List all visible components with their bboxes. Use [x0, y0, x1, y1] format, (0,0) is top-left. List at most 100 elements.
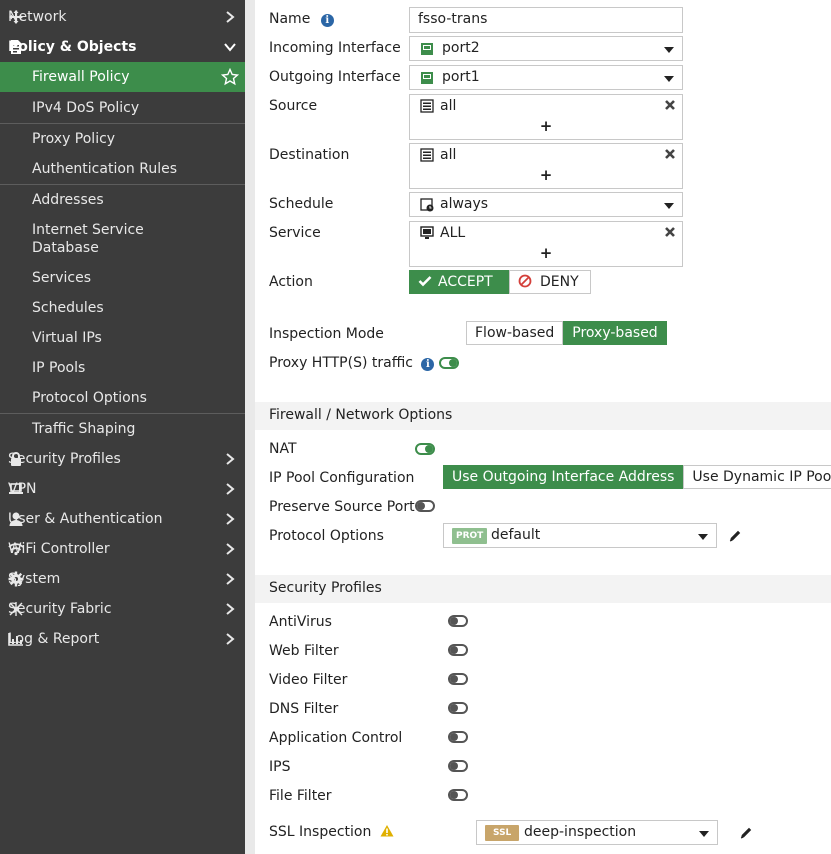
- preserve-source-port-label: Preserve Source Port: [269, 499, 415, 515]
- flow-based-button[interactable]: Flow-based: [466, 321, 564, 345]
- source-field[interactable]: all +: [409, 94, 683, 140]
- sidebar-item-traffic-shaping[interactable]: Traffic Shaping: [0, 414, 245, 444]
- service-item: ALL: [440, 225, 466, 241]
- sidebar-item-security-profiles[interactable]: Security Profiles: [0, 444, 245, 474]
- service-label: Service: [269, 225, 321, 241]
- chevron-right-icon: [226, 633, 235, 645]
- proxy-https-label: Proxy HTTP(S) traffic i: [269, 355, 435, 371]
- sidebar-item-log-report[interactable]: Log & Report: [0, 624, 245, 654]
- section-title: Firewall / Network Options: [269, 407, 453, 423]
- info-icon[interactable]: i: [320, 14, 334, 27]
- sidebar-item-network[interactable]: Network: [0, 2, 245, 32]
- outgoing-interface-select[interactable]: port1: [409, 65, 683, 90]
- caret-down-icon: [664, 47, 674, 53]
- prot-badge: PROT: [452, 528, 488, 544]
- address-list-icon: [420, 99, 434, 113]
- sidebar-item-policy-objects[interactable]: Policy & Objects: [0, 32, 245, 62]
- sidebar-item-internet-service-database[interactable]: Internet Service Database: [0, 219, 245, 259]
- source-label: Source: [269, 98, 318, 114]
- protocol-options-value: default: [491, 527, 541, 543]
- sidebar-item-label: Security Profiles: [8, 451, 121, 467]
- antivirus-toggle[interactable]: [448, 615, 468, 627]
- protocol-options-select[interactable]: PROT default: [443, 523, 717, 548]
- preserve-source-port-toggle[interactable]: [415, 500, 435, 512]
- sidebar-item-label: Log & Report: [8, 631, 100, 647]
- close-icon[interactable]: [664, 148, 676, 160]
- sidebar-item-label: Security Fabric: [8, 601, 112, 617]
- chevron-right-icon: [226, 11, 235, 23]
- add-destination-button[interactable]: +: [410, 166, 682, 184]
- deny-button[interactable]: DENY: [509, 270, 591, 294]
- service-field[interactable]: ALL +: [409, 221, 683, 267]
- inspection-mode-label: Inspection Mode: [269, 326, 384, 342]
- ips-toggle[interactable]: [448, 760, 468, 772]
- sidebar-item-proxy-policy[interactable]: Proxy Policy: [0, 124, 245, 154]
- sidebar-item-virtual-ips[interactable]: Virtual IPs: [0, 323, 245, 353]
- section-title: Security Profiles: [269, 580, 382, 596]
- ssl-inspection-label-text: SSL Inspection: [269, 824, 372, 840]
- sidebar-item-vpn[interactable]: VPN: [0, 474, 245, 504]
- sidebar-item-ipv4-dos-policy[interactable]: IPv4 DoS Policy: [0, 93, 245, 123]
- name-label: Name i: [269, 11, 334, 27]
- sidebar-item-ip-pools[interactable]: IP Pools: [0, 353, 245, 383]
- caret-down-icon: [664, 76, 674, 82]
- proxy-https-toggle[interactable]: [439, 357, 459, 369]
- schedule-select[interactable]: always: [409, 192, 683, 217]
- incoming-interface-select[interactable]: port2: [409, 36, 683, 61]
- sidebar-item-protocol-options[interactable]: Protocol Options: [0, 383, 245, 413]
- caret-down-icon: [699, 831, 709, 837]
- proxy-based-button[interactable]: Proxy-based: [563, 321, 667, 345]
- info-icon[interactable]: i: [421, 358, 435, 371]
- caret-down-icon: [698, 534, 708, 540]
- sidebar-item-firewall-policy[interactable]: Firewall Policy: [0, 62, 245, 92]
- sidebar-item-system[interactable]: System: [0, 564, 245, 594]
- accept-button[interactable]: ACCEPT: [409, 270, 509, 294]
- nat-toggle[interactable]: [415, 443, 435, 455]
- sidebar-item-label: Schedules: [32, 300, 104, 316]
- sidebar-item-label: Policy & Objects: [8, 39, 137, 55]
- sidebar-item-label: Addresses: [32, 192, 104, 208]
- name-input[interactable]: fsso-trans: [409, 7, 683, 33]
- ip-pool-configuration-label: IP Pool Configuration: [269, 470, 415, 486]
- sidebar-item-label: Database: [32, 240, 99, 256]
- sidebar-item-authentication-rules[interactable]: Authentication Rules: [0, 154, 245, 184]
- protocol-options-label: Protocol Options: [269, 528, 384, 544]
- accept-label: ACCEPT: [438, 274, 493, 290]
- application-control-label: Application Control: [269, 730, 403, 746]
- sidebar-item-services[interactable]: Services: [0, 263, 245, 293]
- edit-pencil-icon[interactable]: [738, 825, 754, 841]
- sidebar-item-label: WiFi Controller: [8, 541, 110, 557]
- outgoing-interface-label: Outgoing Interface: [269, 69, 401, 85]
- sidebar: Network Policy & Objects Firewall Policy…: [0, 0, 245, 854]
- sidebar-item-addresses[interactable]: Addresses: [0, 185, 245, 215]
- sidebar-item-wifi-controller[interactable]: WiFi Controller: [0, 534, 245, 564]
- deny-label: DENY: [540, 274, 579, 290]
- star-icon[interactable]: [221, 68, 239, 86]
- caret-down-icon: [664, 203, 674, 209]
- action-toggle-group: ACCEPT DENY: [409, 270, 591, 294]
- ssl-inspection-select[interactable]: SSL deep-inspection: [476, 820, 718, 845]
- use-outgoing-interface-button[interactable]: Use Outgoing Interface Address: [443, 465, 684, 489]
- dns-filter-toggle[interactable]: [448, 702, 468, 714]
- ip-pool-toggle-group: Use Outgoing Interface Address Use Dynam…: [443, 465, 831, 489]
- sidebar-item-security-fabric[interactable]: Security Fabric: [0, 594, 245, 624]
- sidebar-item-user-authentication[interactable]: User & Authentication: [0, 504, 245, 534]
- destination-item: all: [440, 147, 457, 163]
- add-source-button[interactable]: +: [410, 117, 682, 135]
- web-filter-toggle[interactable]: [448, 644, 468, 656]
- sidebar-item-schedules[interactable]: Schedules: [0, 293, 245, 323]
- edit-pencil-icon[interactable]: [727, 528, 743, 544]
- interface-port-icon: [421, 43, 433, 55]
- video-filter-toggle[interactable]: [448, 673, 468, 685]
- file-filter-toggle[interactable]: [448, 789, 468, 801]
- add-service-button[interactable]: +: [410, 244, 682, 262]
- schedule-clock-icon: [420, 198, 434, 212]
- deny-icon: [518, 274, 532, 288]
- close-icon[interactable]: [664, 99, 676, 111]
- security-profiles-header: Security Profiles: [255, 575, 831, 603]
- application-control-toggle[interactable]: [448, 731, 468, 743]
- sidebar-item-label: Network: [8, 9, 67, 25]
- close-icon[interactable]: [664, 226, 676, 238]
- use-dynamic-ip-pool-button[interactable]: Use Dynamic IP Pool: [683, 465, 831, 489]
- destination-field[interactable]: all +: [409, 143, 683, 189]
